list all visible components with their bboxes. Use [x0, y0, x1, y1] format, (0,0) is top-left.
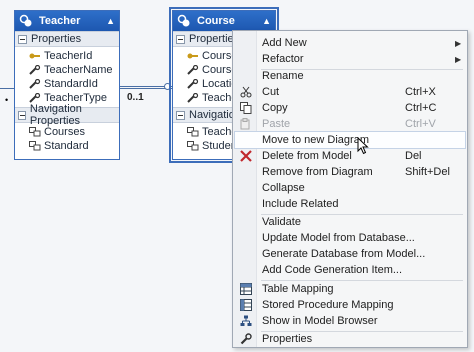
property-name: TeacherId	[44, 50, 93, 62]
paste-icon	[235, 116, 257, 132]
navigation-property-icon	[29, 141, 41, 151]
menu-label: Collapse	[262, 182, 305, 194]
menu-label: Generate Database from Model...	[262, 248, 426, 260]
menu-label: Add Code Generation Item...	[262, 264, 403, 276]
nav-property-row[interactable]: Standard	[15, 139, 119, 153]
nav-property-row[interactable]: Courses	[15, 125, 119, 139]
table-mapping-icon	[235, 281, 257, 297]
submenu-arrow-icon: ▶	[455, 38, 462, 48]
entity-title: Course	[197, 15, 235, 27]
wrench-icon	[187, 93, 199, 103]
wrench-icon	[29, 93, 41, 103]
minus-icon[interactable]	[176, 110, 185, 120]
menu-item-sp-mapping[interactable]: Stored Procedure Mapping	[235, 297, 465, 313]
key-icon	[29, 53, 40, 59]
property-name: TeacherName	[44, 64, 113, 76]
shortcut-label: Shift+Del	[405, 166, 450, 178]
property-row[interactable]: StandardId	[15, 77, 119, 91]
menu-item-show-in-model-browser[interactable]: Show in Model Browser	[235, 313, 465, 329]
wrench-icon	[187, 65, 199, 75]
shortcut-label: Del	[405, 150, 422, 162]
entity-teacher-header[interactable]: Teacher ▲	[15, 11, 119, 31]
shortcut-label: Ctrl+V	[405, 118, 436, 130]
menu-item-validate[interactable]: Validate	[235, 214, 465, 230]
menu-label: Stored Procedure Mapping	[262, 299, 394, 311]
stored-procedure-icon	[235, 297, 257, 313]
navigation-property-icon	[187, 141, 199, 151]
menu-item-collapse[interactable]: Collapse	[235, 180, 465, 196]
wrench-icon	[29, 79, 41, 89]
minus-icon[interactable]	[176, 34, 185, 44]
multiplicity-label: 0..1	[127, 92, 144, 103]
property-row[interactable]: TeacherName	[15, 63, 119, 77]
navigation-property-icon	[29, 127, 41, 137]
navigation-section-header[interactable]: Navigation Properties	[15, 103, 119, 127]
shortcut-label: Ctrl+C	[405, 102, 437, 114]
minus-icon[interactable]	[18, 34, 27, 44]
menu-item-copy[interactable]: Copy Ctrl+C	[235, 100, 465, 116]
menu-label: Cut	[262, 86, 280, 98]
copy-icon	[235, 100, 257, 116]
menu-item-add-new[interactable]: Add New ▶	[235, 35, 465, 51]
entity-title: Teacher	[39, 15, 81, 27]
wrench-icon	[29, 65, 41, 75]
key-icon	[187, 53, 198, 59]
minus-icon[interactable]	[18, 110, 26, 120]
menu-label: Validate	[262, 216, 301, 228]
connector-end-marker	[164, 83, 171, 90]
property-row[interactable]: TeacherId	[15, 49, 119, 63]
menu-label: Table Mapping	[262, 283, 334, 295]
menu-label: Delete from Model	[262, 150, 352, 162]
connector-line-left	[0, 88, 14, 89]
menu-label: Remove from Diagram	[262, 166, 373, 178]
menu-item-refactor[interactable]: Refactor ▶	[235, 51, 465, 67]
entity-icon	[177, 14, 190, 27]
menu-item-update-model[interactable]: Update Model from Database...	[235, 230, 465, 246]
menu-label: Paste	[262, 118, 291, 130]
menu-label: Rename	[262, 70, 304, 82]
menu-item-add-codegen[interactable]: Add Code Generation Item...	[235, 262, 465, 278]
scissors-icon	[235, 84, 257, 100]
menu-item-delete-from-model[interactable]: Delete from Model Del	[235, 148, 465, 164]
mouse-cursor-icon	[357, 137, 369, 155]
collapse-icon[interactable]: ▲	[262, 16, 271, 26]
property-name: Standard	[44, 140, 89, 152]
entity-teacher[interactable]: Teacher ▲ Properties TeacherId TeacherNa…	[14, 10, 120, 160]
menu-item-table-mapping[interactable]: Table Mapping	[235, 281, 465, 297]
menu-item-generate-database[interactable]: Generate Database from Model...	[235, 246, 465, 262]
property-name: StandardId	[44, 78, 98, 90]
shortcut-label: Ctrl+X	[405, 86, 436, 98]
model-browser-icon	[235, 313, 257, 329]
menu-item-properties[interactable]: Properties	[235, 331, 465, 347]
menu-item-paste[interactable]: Paste Ctrl+V	[235, 116, 465, 132]
menu-label: Show in Model Browser	[262, 315, 378, 327]
entity-icon	[19, 14, 32, 27]
navigation-property-icon	[187, 127, 199, 137]
wrench-icon	[187, 79, 199, 89]
collapse-icon[interactable]: ▲	[106, 16, 115, 26]
menu-label: Update Model from Database...	[262, 232, 415, 244]
menu-item-move-to-new-diagram[interactable]: Move to new Diagram	[234, 131, 466, 149]
context-menu: Add New ▶ Refactor ▶ Rename Cut Ctrl+X C…	[232, 30, 468, 348]
menu-label: Refactor	[262, 53, 304, 65]
connector-end-left: •	[5, 95, 9, 105]
menu-label: Properties	[262, 333, 313, 345]
entity-course-header[interactable]: Course ▲	[173, 11, 275, 31]
menu-label: Include Related	[262, 198, 339, 210]
menu-item-cut[interactable]: Cut Ctrl+X	[235, 84, 465, 100]
menu-label: Add New	[262, 37, 307, 49]
menu-item-include-related[interactable]: Include Related	[235, 196, 465, 212]
properties-section-header[interactable]: Properties	[15, 31, 119, 47]
delete-x-icon	[235, 148, 257, 164]
section-label: Properties	[31, 33, 82, 45]
menu-label: Copy	[262, 102, 288, 114]
wrench-icon	[235, 331, 257, 347]
submenu-arrow-icon: ▶	[455, 54, 462, 64]
property-name: Courses	[44, 126, 85, 138]
section-label: Navigation Properties	[29, 103, 82, 127]
menu-item-remove-from-diagram[interactable]: Remove from Diagram Shift+Del	[235, 164, 465, 180]
menu-item-rename[interactable]: Rename	[235, 68, 465, 84]
